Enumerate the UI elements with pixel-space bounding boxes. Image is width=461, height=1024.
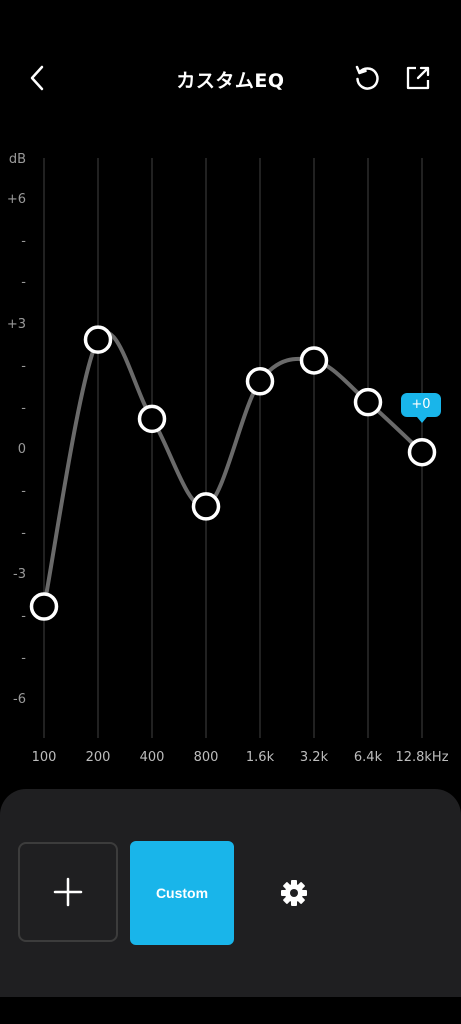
x-axis-tick-label: 3.2k bbox=[299, 750, 329, 765]
eq-curve-svg bbox=[29, 158, 437, 738]
x-axis-tick-label: 400 bbox=[139, 750, 165, 765]
band-handle-6.4k[interactable] bbox=[353, 387, 383, 417]
equalizer-graph: dB +6- - +3- -0- - -3- - -6 100 200 400 800 1.6k 3.2… bbox=[0, 140, 461, 780]
x-axis-tick-label: 100 bbox=[31, 750, 57, 765]
x-axis-tick-label: 1.6k bbox=[245, 750, 275, 765]
x-axis-tick-label: 12.8kHz bbox=[395, 750, 449, 765]
x-axis-tick-label: 6.4k bbox=[353, 750, 383, 765]
band-handle-400[interactable] bbox=[137, 404, 167, 434]
preset-panel: Custom bbox=[0, 789, 461, 997]
band-handle-1.6k[interactable] bbox=[245, 367, 275, 396]
gear-icon bbox=[281, 880, 307, 906]
x-axis-tick-label: 800 bbox=[193, 750, 219, 765]
share-button[interactable] bbox=[402, 62, 434, 94]
header: カスタムEQ bbox=[0, 40, 461, 112]
eq-curve bbox=[42, 330, 424, 607]
plus-icon bbox=[53, 877, 83, 907]
band-handle-100[interactable] bbox=[29, 592, 59, 621]
page-title: カスタムEQ bbox=[176, 70, 285, 92]
band-handle-3.2k[interactable] bbox=[299, 346, 329, 375]
selected-band-value-badge: +0 bbox=[401, 393, 441, 423]
x-axis-tick-label: 200 bbox=[85, 750, 111, 765]
reset-button[interactable] bbox=[351, 62, 383, 94]
custom-preset-button[interactable]: Custom bbox=[130, 841, 234, 945]
custom-preset-label: Custom bbox=[155, 885, 209, 901]
band-handle-12.8kHz[interactable] bbox=[407, 437, 437, 467]
add-preset-button[interactable] bbox=[18, 842, 118, 942]
share-icon bbox=[406, 66, 430, 90]
band-handle-200[interactable] bbox=[83, 325, 113, 354]
band-handle-800[interactable] bbox=[191, 492, 221, 521]
reset-icon bbox=[355, 65, 379, 90]
settings-button[interactable] bbox=[278, 877, 310, 909]
